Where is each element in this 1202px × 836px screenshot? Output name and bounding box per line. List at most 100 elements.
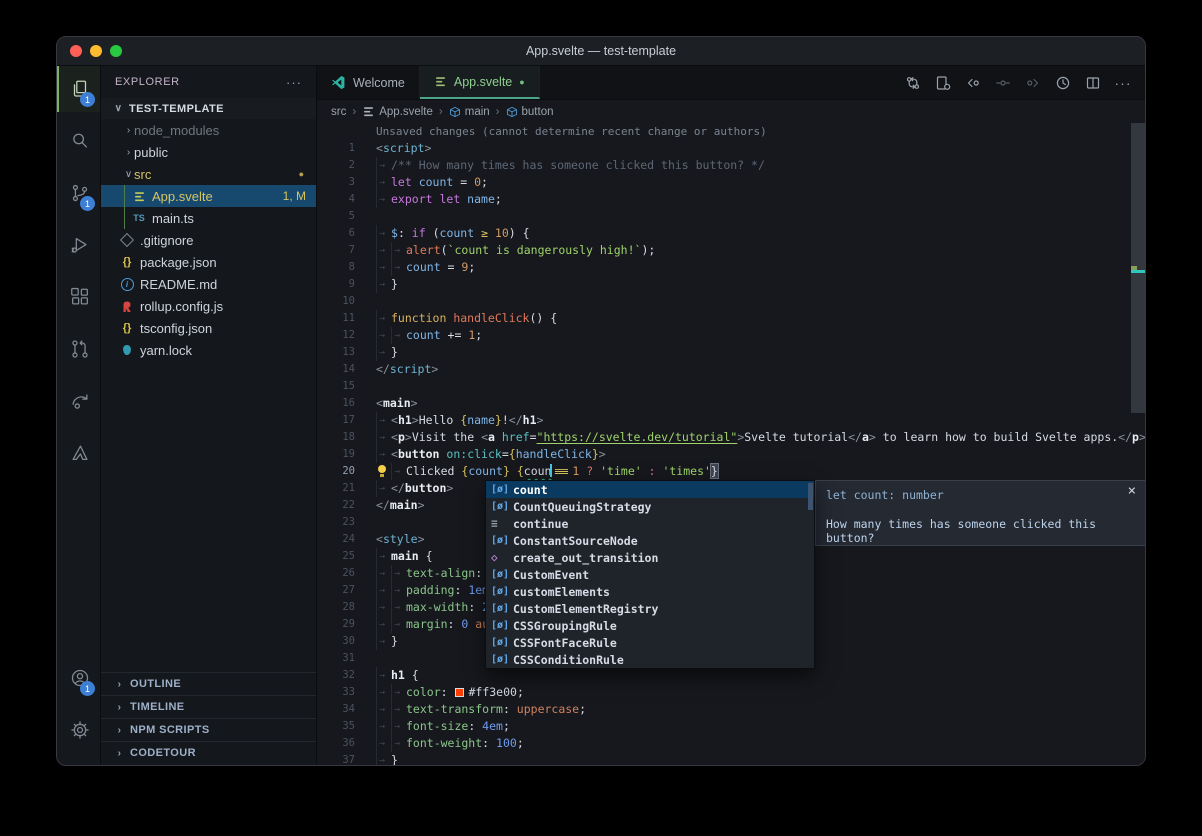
suggestion-customevent[interactable]: [ø]CustomEvent (486, 566, 814, 583)
close-icon[interactable]: × (1128, 483, 1136, 499)
file-label: README.md (140, 277, 217, 292)
vscode-logo-icon (331, 75, 346, 90)
suggest-scrollbar[interactable] (808, 483, 813, 510)
sidebar-item-github-pull-requests[interactable] (57, 326, 100, 372)
next-change-icon[interactable] (1021, 71, 1045, 95)
tree-item-main-ts[interactable]: TSmain.ts (101, 207, 316, 229)
code-line-2[interactable]: 2→/** How many times has someone clicked… (317, 157, 1131, 174)
settings-button[interactable] (57, 707, 100, 753)
suggestion-customelementregistry[interactable]: [ø]CustomElementRegistry (486, 600, 814, 617)
tree-item-app-svelte[interactable]: App.svelte1, M (101, 185, 316, 207)
sidebar-item-explorer[interactable]: 1 (57, 66, 100, 112)
code-line-11[interactable]: 11→function handleClick() { (317, 310, 1131, 327)
breadcrumb-item-src[interactable]: src (331, 106, 346, 118)
code-line-36[interactable]: 36→→font-weight: 100; (317, 735, 1131, 752)
accounts-button[interactable]: 1 (57, 655, 100, 701)
file-label: tsconfig.json (140, 321, 212, 336)
code-line-7[interactable]: 7→→alert(`count is dangerously high!`); (317, 242, 1131, 259)
code-line-8[interactable]: 8→→count = 9; (317, 259, 1131, 276)
previous-change-icon[interactable] (961, 71, 985, 95)
code-editor[interactable]: Unsaved changes (cannot determine recent… (317, 123, 1145, 766)
code-line-20[interactable]: 20→Clicked {count} {coun≡1 ? 'time' : 't… (317, 463, 1131, 480)
symbol-module-icon: ◇ (491, 551, 498, 564)
breadcrumb-item-button[interactable]: button (506, 106, 554, 118)
code-line-14[interactable]: 14</script> (317, 361, 1131, 378)
panel-timeline[interactable]: ›TIMELINE (101, 695, 316, 718)
code-line-13[interactable]: 13→} (317, 344, 1131, 361)
line-number: 34 (317, 701, 355, 718)
suggestion-cssgroupingrule[interactable]: [ø]CSSGroupingRule (486, 617, 814, 634)
tree-item-public[interactable]: ›public (101, 141, 316, 163)
code-line-33[interactable]: 33→→color: #ff3e00; (317, 684, 1131, 701)
sidebar-item-live-share[interactable] (57, 378, 100, 424)
suggestion-create_out_transition[interactable]: ◇create_out_transition (486, 549, 814, 566)
suggestion-countqueuingstrategy[interactable]: [ø]CountQueuingStrategy (486, 498, 814, 515)
tree-item-rollup-config-js[interactable]: rollup.config.js (101, 295, 316, 317)
code-line-9[interactable]: 9→} (317, 276, 1131, 293)
tree-item-src[interactable]: ∨src● (101, 163, 316, 185)
more-actions-icon[interactable]: ··· (286, 75, 302, 90)
file-history-icon[interactable] (1051, 71, 1075, 95)
current-change-icon[interactable] (991, 71, 1015, 95)
pull-request-icon (69, 338, 91, 360)
sidebar-item-azure[interactable] (57, 430, 100, 476)
sidebar-item-source-control[interactable]: 1 (57, 170, 100, 216)
more-editor-actions-icon[interactable]: ··· (1111, 71, 1135, 95)
suggestion-cssconditionrule[interactable]: [ø]CSSConditionRule (486, 651, 814, 668)
tab-welcome[interactable]: Welcome (317, 66, 420, 99)
symbol-variable-icon: [ø] (491, 484, 509, 495)
panel-outline[interactable]: ›OUTLINE (101, 672, 316, 695)
gitlens-compare-icon[interactable] (901, 71, 925, 95)
sidebar-item-extensions[interactable] (57, 274, 100, 320)
code-line-6[interactable]: 6→$: if (count ≥ 10) { (317, 225, 1131, 242)
tree-root-test-template[interactable]: ∨ TEST-TEMPLATE (101, 98, 316, 119)
line-number: 22 (317, 497, 355, 514)
window-controls (70, 45, 122, 57)
code-line-18[interactable]: 18→<p>Visit the <a href="https://svelte.… (317, 429, 1131, 446)
code-line-12[interactable]: 12→→count += 1; (317, 327, 1131, 344)
code-line-1[interactable]: 1<script> (317, 140, 1131, 157)
suggestion-cssfontfacerule[interactable]: [ø]CSSFontFaceRule (486, 634, 814, 651)
code-line-19[interactable]: 19→<button on:click={handleClick}> (317, 446, 1131, 463)
code-line-4[interactable]: 4→export let name; (317, 191, 1131, 208)
tree-item-yarn-lock[interactable]: yarn.lock (101, 339, 316, 361)
close-window-button[interactable] (70, 45, 82, 57)
tree-item-node-modules[interactable]: ›node_modules (101, 119, 316, 141)
sidebar-item-search[interactable] (57, 118, 100, 164)
code-line-17[interactable]: 17→<h1>Hello {name}!</h1> (317, 412, 1131, 429)
code-line-5[interactable]: 5 (317, 208, 1131, 225)
tree-item-package-json[interactable]: {}package.json (101, 251, 316, 273)
suggestion-count[interactable]: [ø]count (486, 481, 814, 498)
code-line-16[interactable]: 16<main> (317, 395, 1131, 412)
tree-item--gitignore[interactable]: .gitignore (101, 229, 316, 251)
code-line-34[interactable]: 34→→text-transform: uppercase; (317, 701, 1131, 718)
tree-item-tsconfig-json[interactable]: {}tsconfig.json (101, 317, 316, 339)
typescript-icon: TS (133, 213, 145, 223)
panel-codetour[interactable]: ›CODETOUR (101, 741, 316, 764)
title-bar[interactable]: App.svelte — test-template (57, 37, 1145, 66)
code-line-35[interactable]: 35→→font-size: 4em; (317, 718, 1131, 735)
code-line-10[interactable]: 10 (317, 293, 1131, 310)
root-folder-label: TEST-TEMPLATE (129, 103, 224, 115)
code-line-3[interactable]: 3→let count = 0; (317, 174, 1131, 191)
svelte-file-icon (362, 105, 375, 118)
breadcrumb-item-main[interactable]: main (449, 106, 490, 118)
line-number: 19 (317, 446, 355, 463)
code-line-37[interactable]: 37→} (317, 752, 1131, 766)
line-number: 35 (317, 718, 355, 735)
panel-npm-scripts[interactable]: ›NPM SCRIPTS (101, 718, 316, 741)
tree-item-readme-md[interactable]: iREADME.md (101, 273, 316, 295)
suggestion-continue[interactable]: ≡continue (486, 515, 814, 532)
code-line-32[interactable]: 32→h1 { (317, 667, 1131, 684)
suggestion-constantsourcenode[interactable]: [ø]ConstantSourceNode (486, 532, 814, 549)
breadcrumb-item-app-svelte[interactable]: App.svelte (362, 105, 433, 118)
code-line-15[interactable]: 15 (317, 378, 1131, 395)
sidebar-item-run-and-debug[interactable] (57, 222, 100, 268)
json-braces-icon: {} (123, 256, 132, 268)
minimize-window-button[interactable] (90, 45, 102, 57)
suggestion-customelements[interactable]: [ø]customElements (486, 583, 814, 600)
tab-app-svelte[interactable]: App.svelte● (420, 66, 540, 99)
zoom-window-button[interactable] (110, 45, 122, 57)
split-editor-icon[interactable] (1081, 71, 1105, 95)
open-changes-icon[interactable] (931, 71, 955, 95)
